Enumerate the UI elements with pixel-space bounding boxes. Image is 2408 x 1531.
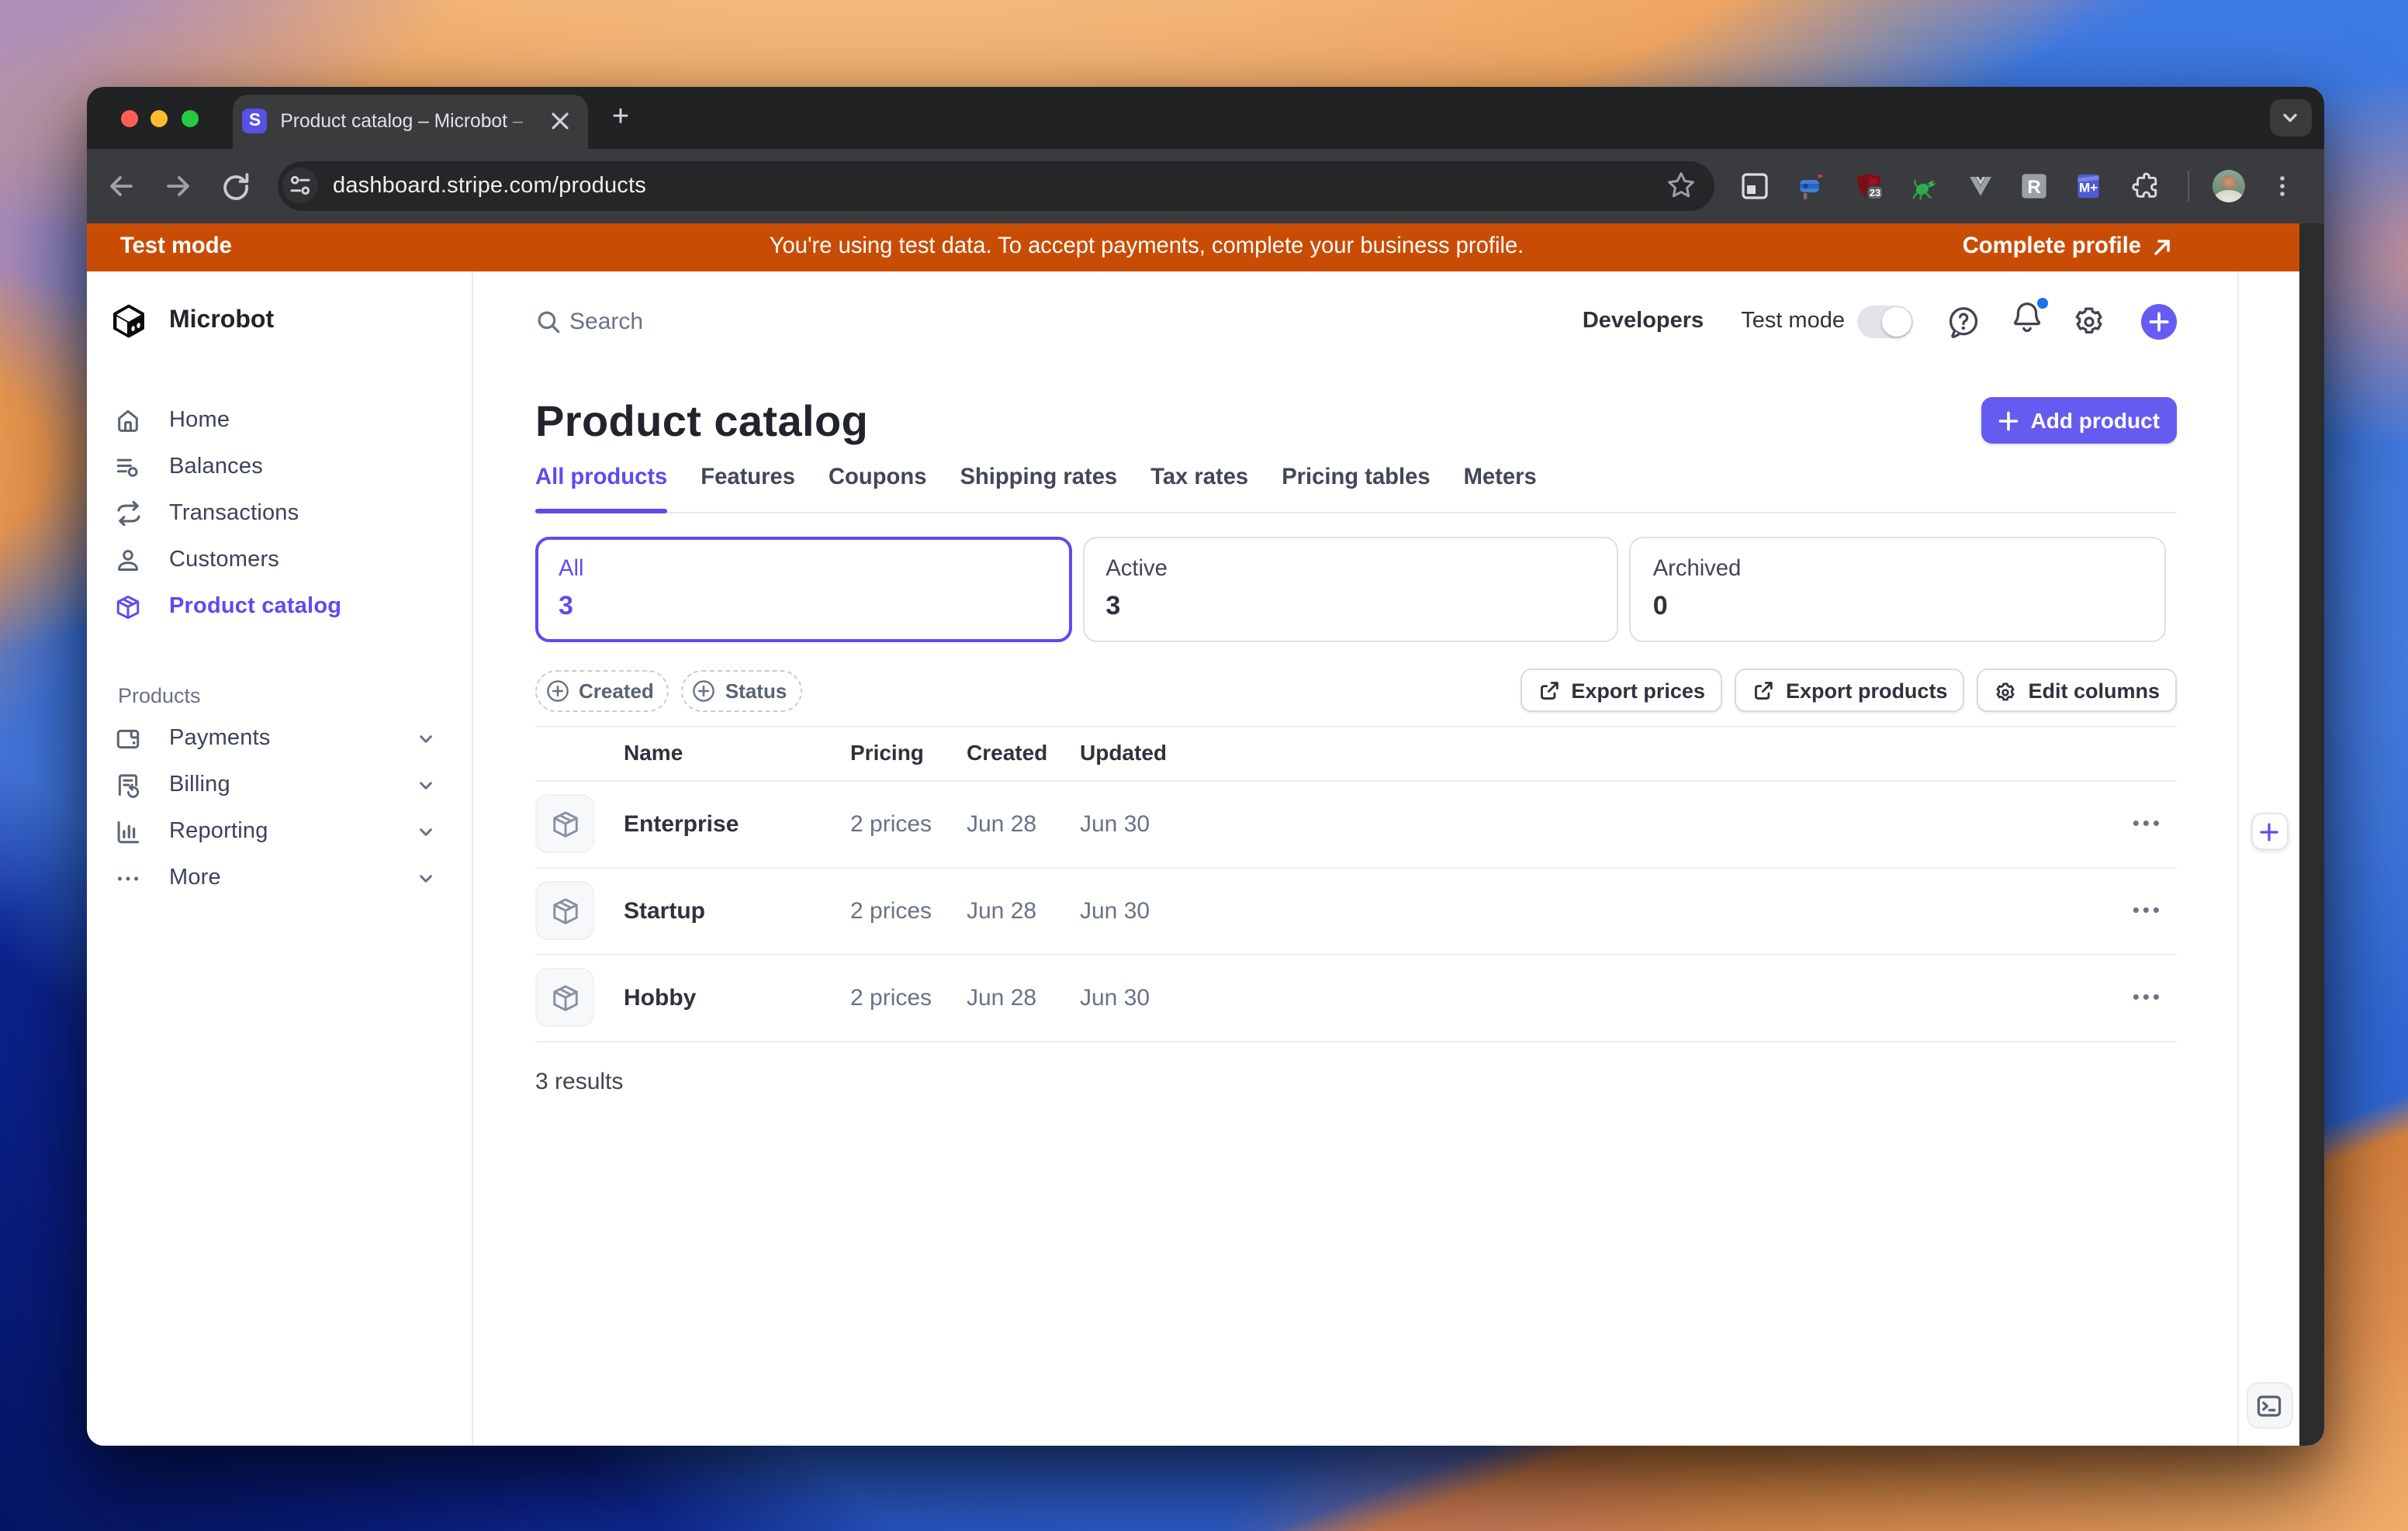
- svg-text:M+: M+: [2079, 180, 2098, 195]
- svg-text:23: 23: [1870, 187, 1880, 199]
- svg-text:R: R: [2027, 176, 2040, 197]
